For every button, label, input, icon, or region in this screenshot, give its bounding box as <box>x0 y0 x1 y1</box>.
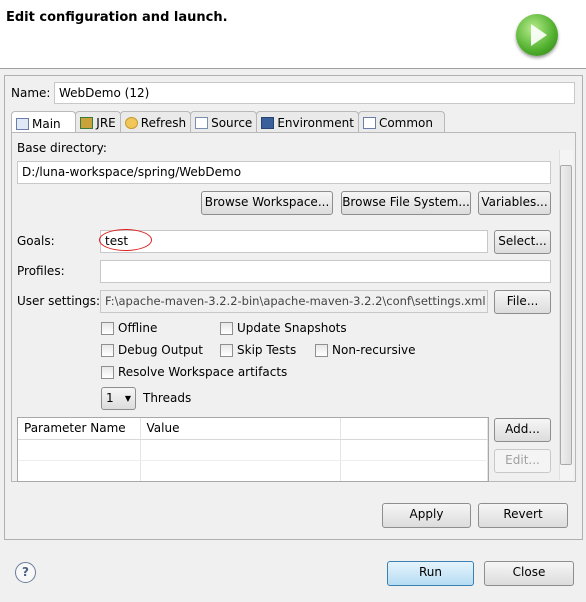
user-settings-input[interactable]: F:\apache-maven-3.2.2-bin\apache-maven-3… <box>100 290 488 313</box>
table-header: Parameter Name Value <box>18 418 488 440</box>
chevron-down-icon: ▼ <box>124 394 131 403</box>
browse-workspace-button[interactable]: Browse Workspace... <box>201 191 333 215</box>
threads-select[interactable]: 1 ▼ <box>101 387 136 410</box>
non-recursive-checkbox[interactable]: Non-recursive <box>315 343 416 357</box>
tab-refresh[interactable]: Refresh <box>119 111 192 132</box>
tab-label: Main <box>32 116 61 131</box>
goals-label: Goals: <box>17 234 55 248</box>
dialog-title: Edit configuration and launch. <box>6 10 228 25</box>
threads-value: 1 <box>106 391 114 405</box>
tab-source[interactable]: Source <box>190 111 258 132</box>
offline-checkbox[interactable]: Offline <box>101 321 157 335</box>
common-icon <box>362 117 376 129</box>
name-label: Name: <box>11 86 51 100</box>
goals-input[interactable]: test <box>100 230 488 253</box>
checkbox-box[interactable] <box>101 343 114 357</box>
apply-button[interactable]: Apply <box>382 503 471 528</box>
column-header[interactable]: Parameter Name <box>18 418 141 440</box>
red-highlight-ellipse <box>99 229 152 251</box>
jre-books-icon <box>80 117 94 129</box>
checkbox-label: Debug Output <box>118 343 203 357</box>
tab-common[interactable]: Common <box>357 111 445 132</box>
base-directory-label: Base directory: <box>17 141 107 155</box>
base-directory-input[interactable]: D:/luna-workspace/spring/WebDemo <box>17 161 551 184</box>
checkbox-box[interactable] <box>101 365 114 379</box>
checkbox-label: Non-recursive <box>332 343 416 357</box>
tab-label: Refresh <box>140 116 187 130</box>
checkbox-label: Offline <box>118 321 158 335</box>
profiles-input[interactable] <box>100 260 551 283</box>
tab-main[interactable]: Main <box>11 111 77 133</box>
file-button[interactable]: File... <box>494 290 551 314</box>
debug-output-checkbox[interactable]: Debug Output <box>101 343 203 357</box>
variables-button[interactable]: Variables... <box>478 191 551 215</box>
user-settings-label: User settings: <box>17 294 101 308</box>
update-snapshots-checkbox[interactable]: Update Snapshots <box>220 321 347 335</box>
parameters-table: Parameter Name Value <box>17 417 489 482</box>
tab-label: Environment <box>277 116 354 130</box>
checkbox-label: Skip Tests <box>237 343 297 357</box>
checkbox-label: Resolve Workspace artifacts <box>118 365 288 379</box>
column-header[interactable] <box>340 418 488 440</box>
tab-jre[interactable]: JRE <box>75 111 121 132</box>
skip-tests-checkbox[interactable]: Skip Tests <box>220 343 296 357</box>
checkbox-box[interactable] <box>220 321 233 335</box>
checkbox-label: Update Snapshots <box>237 321 347 335</box>
refresh-icon <box>124 117 138 129</box>
tab-bar: Main JRE Refresh Source Environment Comm… <box>11 111 445 133</box>
edit-parameter-button: Edit... <box>494 449 551 473</box>
resolve-workspace-checkbox[interactable]: Resolve Workspace artifacts <box>101 365 287 379</box>
threads-label: Threads <box>143 391 192 405</box>
tab-label: Source <box>211 116 253 130</box>
environment-icon <box>261 117 275 129</box>
checkbox-box[interactable] <box>101 321 114 335</box>
help-icon[interactable]: ? <box>15 562 36 583</box>
close-button[interactable]: Close <box>484 561 574 586</box>
tab-environment[interactable]: Environment <box>256 111 359 132</box>
select-goals-button[interactable]: Select... <box>494 230 551 254</box>
revert-button[interactable]: Revert <box>478 503 568 528</box>
dialog-header: Edit configuration and launch. <box>0 0 586 69</box>
table-row[interactable] <box>18 439 488 461</box>
table-row[interactable] <box>18 460 488 481</box>
name-input[interactable]: WebDemo (12) <box>54 82 575 104</box>
run-launch-icon <box>516 14 558 56</box>
column-header[interactable]: Value <box>140 418 341 440</box>
checkbox-box[interactable] <box>315 343 328 357</box>
profiles-label: Profiles: <box>17 264 65 278</box>
browse-file-system-button[interactable]: Browse File System... <box>341 191 471 215</box>
source-icon <box>195 117 209 129</box>
main-tab-icon <box>16 117 29 130</box>
tab-label: JRE <box>96 116 116 130</box>
checkbox-box[interactable] <box>220 343 233 357</box>
tab-label: Common <box>378 116 433 130</box>
scrollbar-thumb[interactable] <box>560 165 572 465</box>
add-parameter-button[interactable]: Add... <box>494 418 551 442</box>
run-button[interactable]: Run <box>387 561 474 586</box>
